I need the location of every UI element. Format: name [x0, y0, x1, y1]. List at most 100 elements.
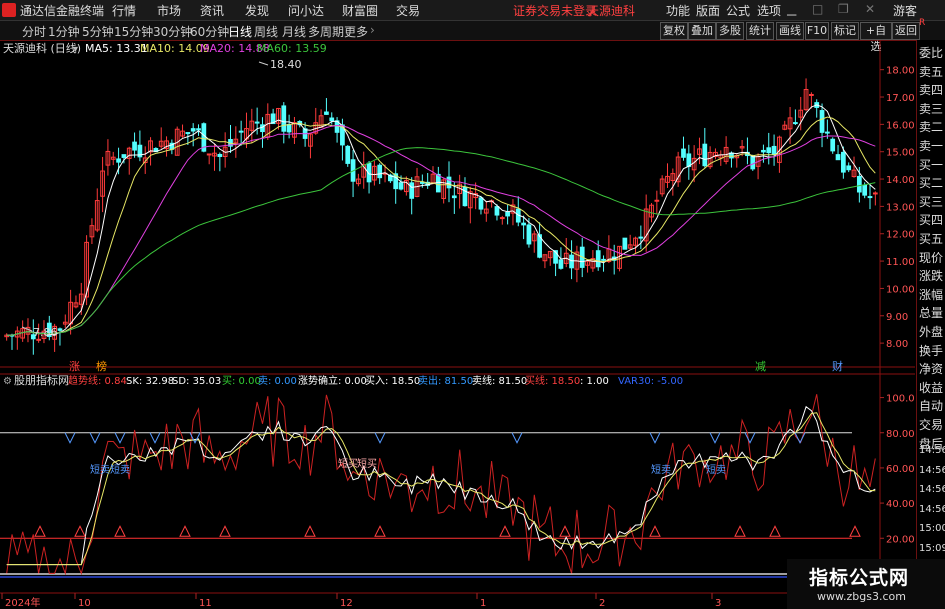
ma60-line — [6, 147, 876, 336]
candle-body — [872, 192, 878, 195]
menu-faxian[interactable]: 发现 — [245, 2, 269, 19]
buy-triangle — [734, 525, 746, 537]
candle-body — [446, 176, 452, 189]
tab-monthly[interactable]: 月线 — [282, 23, 306, 40]
sell-triangle — [374, 432, 386, 444]
indicator-value-0: 趋势线: 0.84 — [68, 374, 127, 387]
menu-gongshi[interactable]: 公式 — [726, 2, 750, 19]
side-item-8[interactable]: 买三 — [919, 193, 943, 210]
candle-body — [819, 110, 825, 133]
candle-body — [830, 138, 836, 152]
marker-cai[interactable]: 财 — [832, 359, 843, 373]
side-item-20[interactable]: 交易 — [919, 416, 943, 433]
sell-triangle — [649, 432, 661, 444]
tab-fenshi[interactable]: 分时 — [22, 23, 46, 40]
tab-30min[interactable]: 30分钟 — [153, 23, 192, 40]
candle-body — [846, 165, 852, 171]
side-item-17[interactable]: 净资 — [919, 360, 943, 377]
kline-chart-area[interactable]: 天源迪科 (日线) ▾ MA5: 13.31 MA10: 14.09 MA20:… — [0, 40, 915, 609]
restore-icon[interactable]: ❐ — [838, 2, 849, 16]
add-watchlist-button[interactable]: +自选 — [860, 22, 892, 53]
tab-15min[interactable]: 15分钟 — [114, 23, 153, 40]
candle-body — [398, 182, 404, 190]
price-tick-label: 16.00 — [886, 120, 915, 131]
side-item-18[interactable]: 收益 — [919, 379, 943, 396]
marker-zhang[interactable]: 涨 — [69, 360, 80, 373]
candle-body — [435, 173, 441, 193]
side-item-1[interactable]: 卖五 — [919, 63, 943, 80]
close-icon[interactable]: ✕ — [865, 2, 875, 16]
buy-triangle — [74, 525, 86, 537]
date-label-4: 1 — [480, 598, 486, 609]
multi-stock-button[interactable]: 多股 — [716, 22, 744, 40]
side-item-9[interactable]: 买四 — [919, 211, 943, 228]
candle-body — [190, 128, 196, 132]
date-label-0: 2024年 — [5, 596, 40, 609]
sell-triangle — [89, 432, 101, 444]
draw-line-button[interactable]: 画线 — [776, 22, 804, 40]
marker-jian[interactable]: 减 — [755, 360, 766, 373]
candle-body — [622, 237, 628, 250]
side-item-15[interactable]: 外盘 — [919, 323, 943, 340]
indicator-tick-label: 100.0 — [886, 394, 915, 405]
chevron-right-icon[interactable]: › — [370, 23, 375, 37]
side-item-12[interactable]: 涨跌 — [919, 267, 943, 284]
back-button[interactable]: 返回 — [892, 22, 920, 40]
price-tick-label: 10.00 — [886, 284, 915, 295]
tab-multi-period[interactable]: 多周期 — [308, 23, 344, 40]
f10-button[interactable]: F10 — [805, 22, 829, 40]
side-item-7[interactable]: 买二 — [919, 174, 943, 191]
menu-xuanxiang[interactable]: 选项 — [757, 2, 781, 19]
watermark-brand: 指标公式网 www.zbgs3.com — [787, 559, 945, 609]
fuquan-button[interactable]: 复权 — [660, 22, 688, 40]
marker-bang[interactable]: 榜 — [96, 359, 107, 373]
side-item-14[interactable]: 总量 — [919, 304, 943, 321]
menu-caifuquan[interactable]: 财富圈 — [342, 2, 378, 19]
side-item-5[interactable]: 卖一 — [919, 137, 943, 154]
indicator-name[interactable]: 股朋指标网 — [14, 373, 69, 387]
side-item-13[interactable]: 涨幅 — [919, 286, 943, 303]
buy-triangle — [179, 525, 191, 537]
tab-daily[interactable]: 日线 — [228, 23, 252, 40]
side-item-2[interactable]: 卖四 — [919, 81, 943, 98]
menu-wenxiaoda[interactable]: 问小达 — [288, 2, 324, 19]
menu-gongneng[interactable]: 功能 — [666, 2, 690, 19]
candle-body — [569, 254, 574, 269]
minimize-icon[interactable]: ▁ — [787, 2, 796, 16]
low-marker: 7.86 — [21, 326, 58, 339]
side-item-10[interactable]: 买五 — [919, 230, 943, 247]
trade-login-notice[interactable]: 证券交易未登录 — [513, 2, 597, 19]
menu-hangqing[interactable]: 行情 — [112, 2, 136, 19]
sd-line — [6, 412, 876, 566]
side-item-3[interactable]: 卖三 — [919, 100, 943, 117]
tab-5min[interactable]: 5分钟 — [82, 23, 114, 40]
candle-body — [526, 224, 532, 245]
tab-weekly[interactable]: 周线 — [254, 23, 278, 40]
quote-side-panel: R 委比 卖五 卖四 卖三 卖二 卖一 买一 买二 买三 买四 买五 现价 涨跌 涨幅 总量 外盘 换手 净资 收益… — [916, 18, 945, 609]
stats-button[interactable]: 统计 — [746, 22, 774, 40]
chevron-down-icon[interactable]: ▾ — [73, 44, 78, 55]
indicator-value-4: 卖: 0.00 — [258, 375, 297, 387]
guest-label[interactable]: 游客 — [893, 2, 917, 19]
mark-button[interactable]: 标记 — [831, 22, 859, 40]
overlay-button[interactable]: 叠加 — [688, 22, 716, 40]
side-item-11[interactable]: 现价 — [919, 249, 943, 266]
menu-bar: 通达信金融终端 行情 市场 资讯 发现 问小达 财富圈 交易 证券交易未登录 天… — [0, 0, 945, 21]
settings-icon[interactable]: ⚙ — [3, 376, 12, 387]
indicator-tick-label: 40.00 — [886, 499, 915, 510]
tab-60min[interactable]: 60分钟 — [190, 23, 229, 40]
tab-more[interactable]: 更多 — [344, 23, 368, 40]
menu-shichang[interactable]: 市场 — [157, 2, 181, 19]
moving-average-lines — [6, 104, 876, 336]
side-item-16[interactable]: 换手 — [919, 342, 943, 359]
side-item-4[interactable]: 卖二 — [919, 118, 943, 135]
side-item-0[interactable]: 委比 — [919, 44, 943, 61]
tab-1min[interactable]: 1分钟 — [48, 23, 80, 40]
menu-banmian[interactable]: 版面 — [696, 2, 720, 19]
maximize-icon[interactable]: □ — [812, 2, 823, 16]
menu-zixun[interactable]: 资讯 — [200, 2, 224, 19]
price-tick-label: 12.00 — [886, 230, 915, 241]
side-item-6[interactable]: 买一 — [919, 156, 943, 173]
menu-jiaoyi[interactable]: 交易 — [396, 2, 420, 19]
side-item-19[interactable]: 自动 — [919, 397, 943, 414]
